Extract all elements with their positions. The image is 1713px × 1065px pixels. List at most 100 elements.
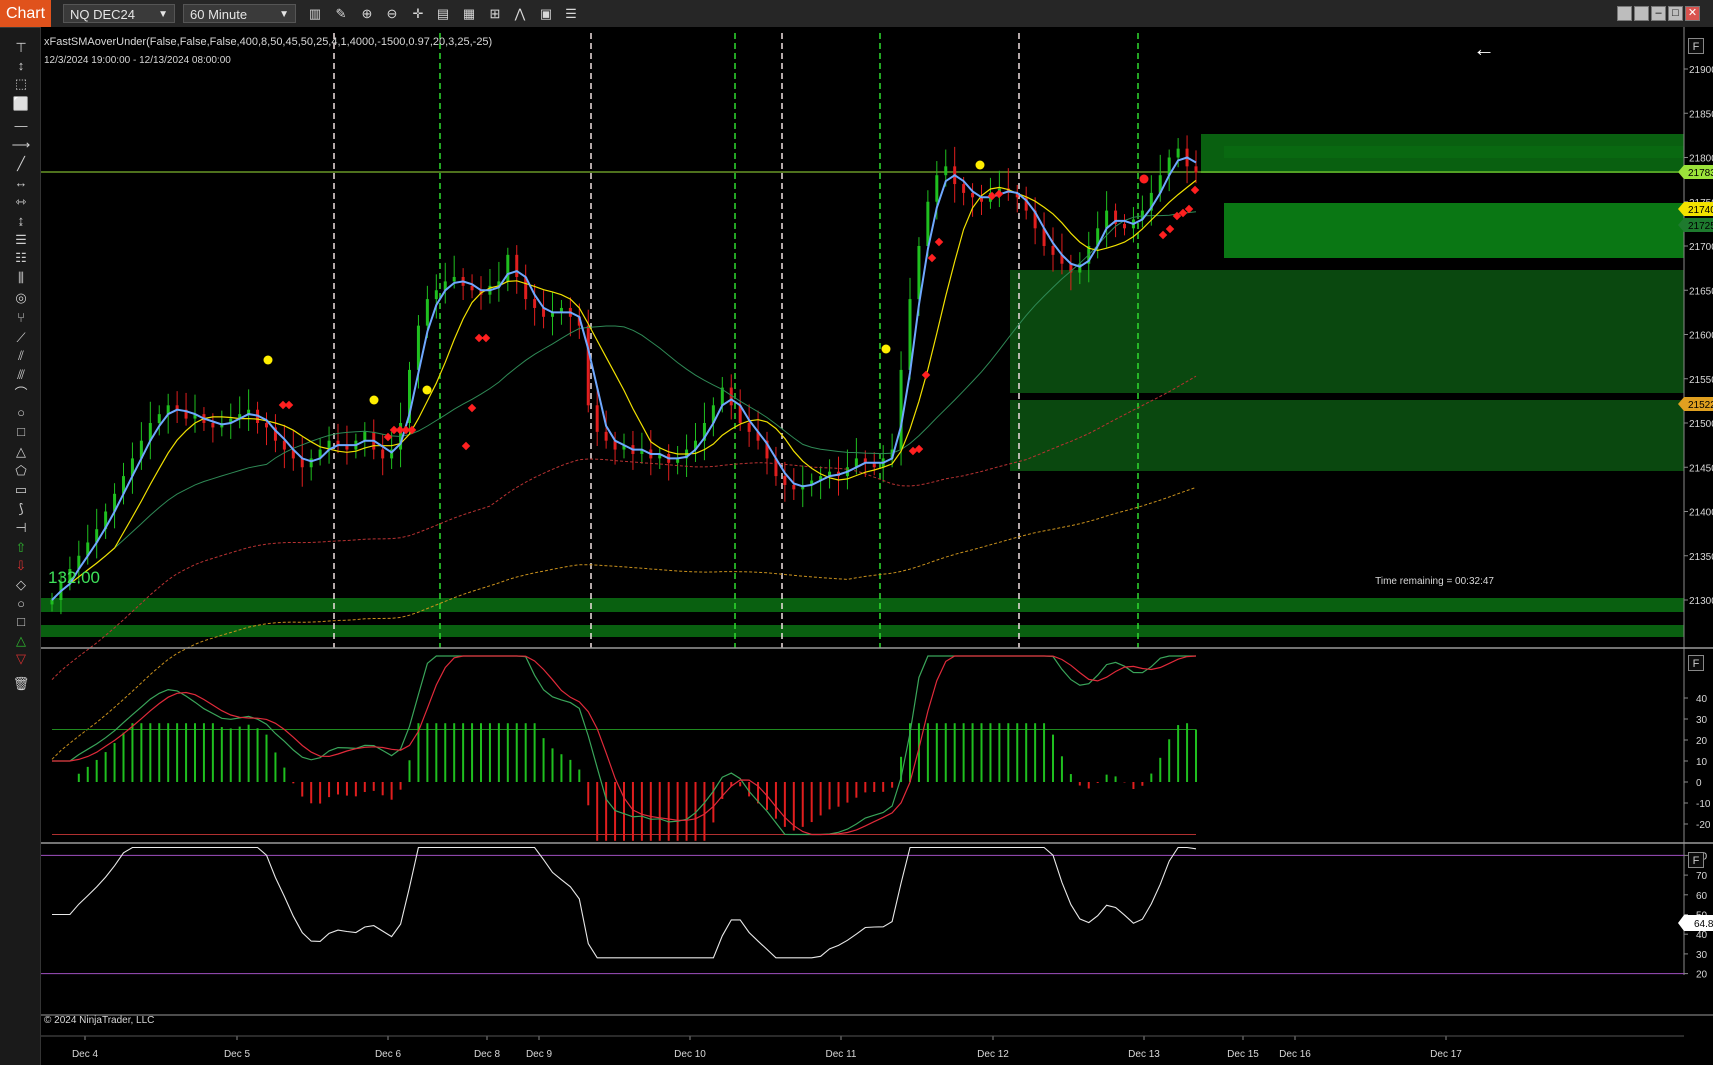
time-axis-label: Dec 8 <box>474 1049 501 1060</box>
macd-axis-label: -10 <box>1696 799 1711 810</box>
rsi-value-label: 64.8 <box>1694 919 1713 930</box>
trend-channel-icon[interactable]: ⫻ <box>11 367 31 383</box>
diamond-icon[interactable]: ◇ <box>11 577 31 593</box>
price-axis-label: 21700.00 <box>1689 242 1713 253</box>
rsi-axis-label: 60 <box>1696 891 1708 902</box>
vertical-line-icon[interactable]: ↨ <box>11 213 31 229</box>
down-bar <box>792 484 796 490</box>
down-bar <box>747 423 751 432</box>
fib-retracement-icon[interactable]: ☰ <box>11 232 31 248</box>
price-axis-label: 21400.00 <box>1689 508 1713 519</box>
support-zone <box>41 625 1684 637</box>
fib-circle-icon[interactable]: ◎ <box>11 290 31 306</box>
down-bar <box>595 405 599 432</box>
up-bar <box>363 431 367 441</box>
price-marker-label: 21725.10 <box>1688 221 1713 232</box>
panel-float-button[interactable]: F <box>1688 852 1704 868</box>
back-arrow-icon: ← <box>1473 36 1495 61</box>
price-axis-label: 21600.00 <box>1689 331 1713 342</box>
time-axis-label: Dec 15 <box>1227 1049 1259 1060</box>
square-icon[interactable]: □ <box>11 614 31 630</box>
time-axis-label: Dec 10 <box>674 1049 706 1060</box>
risk-reward-icon[interactable]: ⊣ <box>11 520 31 536</box>
extended-line-icon[interactable]: ╱ <box>11 156 31 172</box>
macd-axis-label: -20 <box>1696 820 1711 831</box>
time-axis-label: Dec 11 <box>826 1049 857 1060</box>
price-axis-label: 21900.00 <box>1689 65 1713 76</box>
time-axis-label: Dec 16 <box>1279 1049 1311 1060</box>
signal-dot <box>263 355 273 365</box>
time-axis-label: Dec 13 <box>1128 1049 1160 1060</box>
signal-dot <box>1139 174 1149 184</box>
triangle-down-icon[interactable]: ▽ <box>11 651 31 667</box>
time-remaining: Time remaining = 00:32:47 <box>1375 576 1494 587</box>
chart-canvas[interactable]: xFastSMAoverUnder(False,False,False,400,… <box>41 0 1713 1065</box>
up-bar <box>157 414 161 423</box>
up-bar <box>926 201 930 246</box>
chart-background <box>41 27 1713 1065</box>
time-axis-label: Dec 17 <box>1430 1049 1462 1060</box>
indicator-label: xFastSMAoverUnder(False,False,False,400,… <box>44 36 492 48</box>
down-bar <box>962 184 966 193</box>
price-axis-label: 21500.00 <box>1689 419 1713 430</box>
path-icon[interactable]: ⟆ <box>11 501 31 517</box>
down-bar <box>971 192 975 198</box>
up-bar <box>917 246 921 300</box>
arrow-down-icon[interactable]: ⇩ <box>11 558 31 574</box>
price-axis-label: 21650.00 <box>1689 286 1713 297</box>
macd-axis-label: 0 <box>1696 778 1702 789</box>
macd-axis-label: 20 <box>1696 736 1708 747</box>
polygon-icon[interactable]: ⬠ <box>11 463 31 479</box>
down-bar <box>586 325 590 406</box>
gann-fan-icon[interactable]: ⟋ <box>11 330 31 346</box>
support-zone <box>1224 203 1684 258</box>
region-icon[interactable]: ▭ <box>11 482 31 498</box>
price-marker-label: 21522.57 <box>1688 400 1713 411</box>
up-bar <box>506 254 510 282</box>
price-axis-label: 21350.00 <box>1689 552 1713 563</box>
macd-axis-label: 30 <box>1696 715 1708 726</box>
price-marker-label: 21783.25 <box>1688 168 1713 179</box>
time-axis-label: Dec 4 <box>72 1049 99 1060</box>
arrow-up-icon[interactable]: ⇧ <box>11 540 31 556</box>
arrow-icon[interactable]: ↕ <box>11 58 31 74</box>
panel-float-button[interactable]: F <box>1688 38 1704 54</box>
support-zone <box>1224 146 1684 158</box>
ruler-icon[interactable]: ⊤ <box>11 40 31 56</box>
down-bar <box>533 299 537 308</box>
dot-icon[interactable]: ○ <box>11 596 31 612</box>
arrow-line-icon[interactable]: ↔ <box>11 175 31 191</box>
fib-time-icon[interactable]: ⫼ <box>11 270 31 286</box>
ray-icon[interactable]: ⟶ <box>11 137 31 153</box>
ellipse-icon[interactable]: ○ <box>11 405 31 421</box>
down-bar <box>282 440 286 450</box>
signal-dot <box>975 160 985 170</box>
triangle-up-icon[interactable]: △ <box>11 633 31 649</box>
up-bar <box>1176 148 1180 158</box>
price-axis-label: 21550.00 <box>1689 375 1713 386</box>
time-axis-label: Dec 12 <box>977 1049 1009 1060</box>
regression-channel-icon[interactable]: ⫽ <box>11 348 31 364</box>
rectangle-icon[interactable]: □ <box>11 424 31 440</box>
horizontal-line-icon[interactable]: ⇿ <box>11 194 31 210</box>
signal-dot <box>369 395 379 405</box>
rsi-axis-label: 20 <box>1696 970 1708 981</box>
trash-icon[interactable]: 🗑 <box>11 676 31 692</box>
macd-axis-label: 10 <box>1696 757 1708 768</box>
fib-extension-icon[interactable]: ☷ <box>11 250 31 266</box>
down-bar <box>381 449 385 459</box>
down-bar <box>211 423 215 428</box>
price-axis-bg <box>1684 27 1713 1065</box>
down-bar <box>515 254 519 277</box>
down-bar <box>265 423 268 428</box>
panel-float-button[interactable]: F <box>1688 655 1704 671</box>
triangle-icon[interactable]: △ <box>11 444 31 460</box>
line-icon[interactable]: — <box>11 118 31 134</box>
support-zone <box>1010 400 1684 471</box>
select-icon[interactable]: ⬚ <box>11 76 31 92</box>
rectangle-select-icon[interactable]: ⬜ <box>11 96 31 112</box>
andrews-pitchfork-icon[interactable]: ⑂ <box>11 310 31 326</box>
arc-icon[interactable]: ⌒ <box>11 386 31 402</box>
up-bar <box>434 290 438 300</box>
drawing-toolbar: ⊤ ↕ ⬚ ⬜ — ⟶ ╱ ↔ ⇿ ↨ ☰ ☷ ⫼ ◎ ⑂ ⟋ ⫽ ⫻ ⌒ ○ □ △ ⬠ ▭ ⟆ ⊣ ⇧ ⇩ ◇ ○ □ △ ▽ 🗑 <box>0 28 41 1065</box>
